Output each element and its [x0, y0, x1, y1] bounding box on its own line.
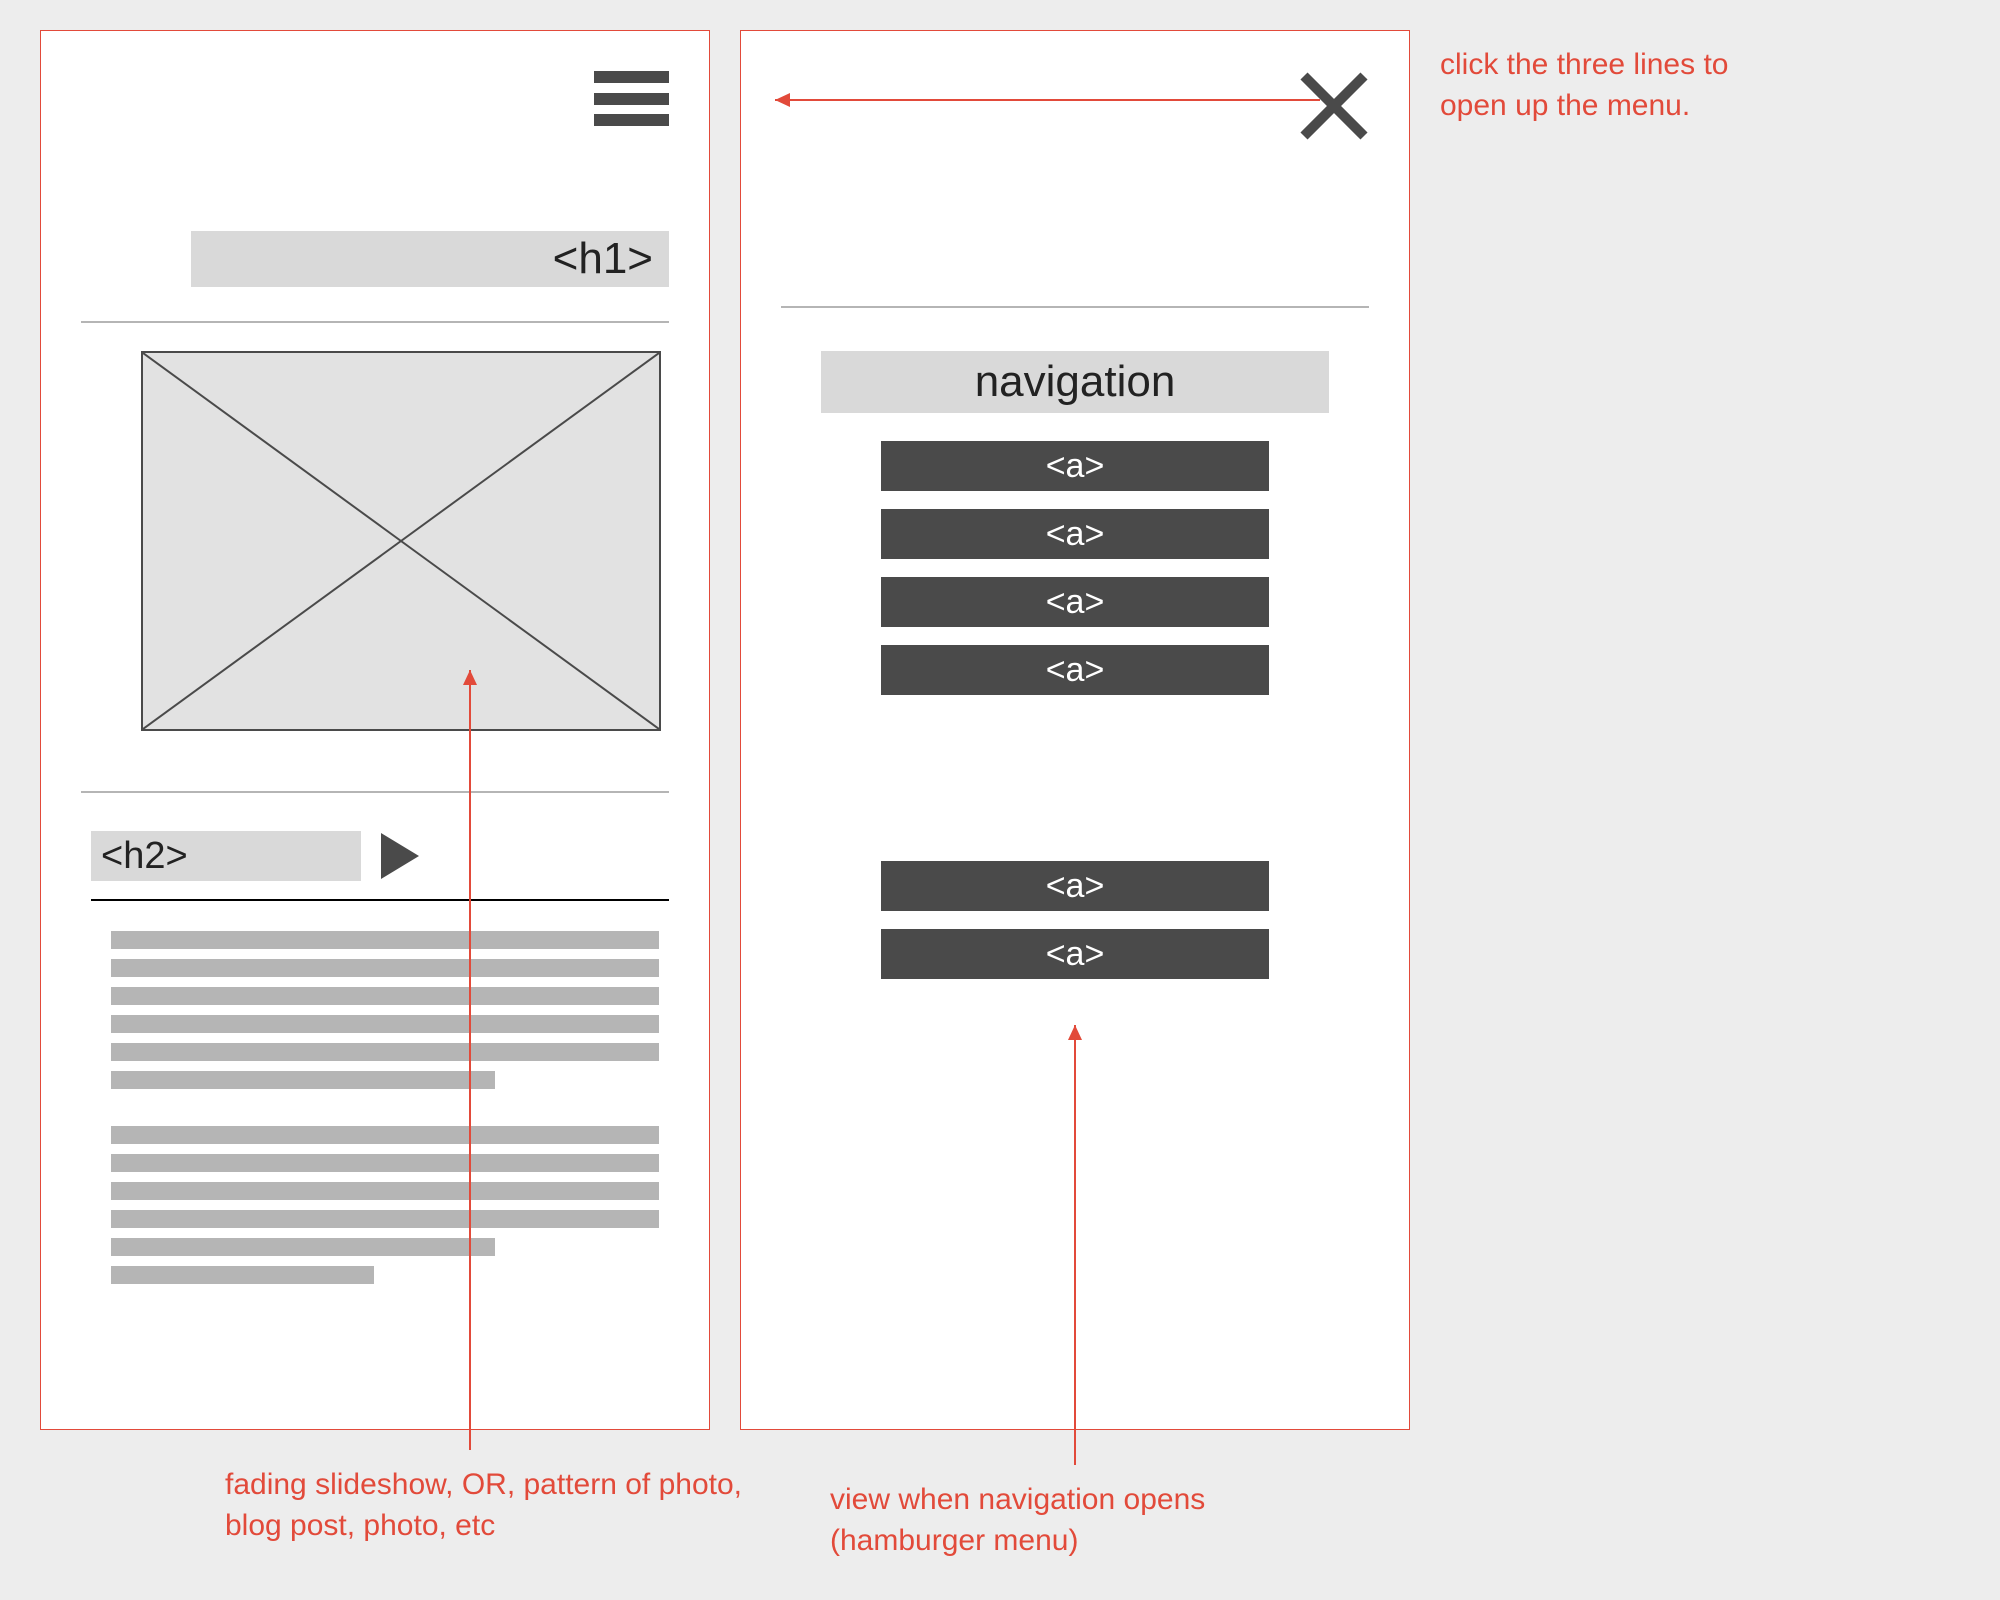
nav-links-secondary: <a> <a> [881, 861, 1269, 997]
mobile-frame-open: navigation <a> <a> <a> <a> <a> <a> [740, 30, 1410, 1430]
nav-link[interactable]: <a> [881, 645, 1269, 695]
nav-link[interactable]: <a> [881, 509, 1269, 559]
annotation-slideshow: fading slideshow, OR, pattern of photo, … [225, 1465, 745, 1546]
close-icon[interactable] [1299, 71, 1369, 141]
section-heading-h2: <h2> [91, 831, 361, 881]
annotation-navopen: view when navigation opens (hamburger me… [830, 1480, 1350, 1561]
annotation-hamburger: click the three lines to open up the men… [1440, 45, 1770, 126]
hamburger-icon[interactable] [594, 71, 669, 126]
divider [781, 306, 1369, 308]
nav-title: navigation [821, 351, 1329, 413]
nav-links-primary: <a> <a> <a> <a> [881, 441, 1269, 713]
nav-link[interactable]: <a> [881, 441, 1269, 491]
divider [91, 899, 669, 901]
divider [81, 321, 669, 323]
mobile-frame-closed: <h1> <h2> [40, 30, 710, 1430]
nav-link[interactable]: <a> [881, 577, 1269, 627]
paragraph-placeholder [111, 1126, 659, 1294]
paragraph-placeholder [111, 931, 659, 1099]
nav-link[interactable]: <a> [881, 929, 1269, 979]
divider [81, 791, 669, 793]
disclosure-arrow-icon[interactable] [381, 833, 419, 879]
image-placeholder [141, 351, 661, 731]
page-heading-h1: <h1> [191, 231, 669, 287]
nav-link[interactable]: <a> [881, 861, 1269, 911]
